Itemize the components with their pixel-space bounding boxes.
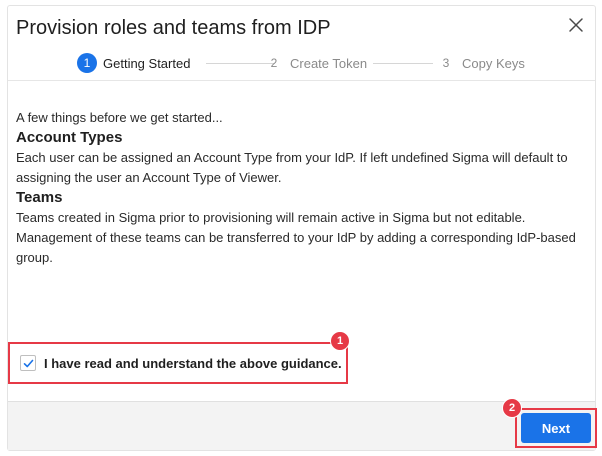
step-label: Create Token [290, 55, 368, 71]
acknowledge-checkbox[interactable] [20, 355, 36, 371]
next-button[interactable]: Next [521, 413, 591, 443]
check-icon [23, 359, 33, 367]
header-divider [8, 80, 595, 81]
dialog-content: A few things before we get started... Ac… [16, 108, 576, 268]
step-number: 3 [442, 56, 450, 70]
step-copy-keys[interactable]: 3 Copy Keys [436, 52, 525, 74]
close-icon[interactable] [567, 16, 585, 34]
annotation-badge-2: 2 [502, 398, 522, 418]
account-types-heading: Account Types [16, 129, 123, 146]
provision-dialog: Provision roles and teams from IDP 1 Get… [7, 5, 596, 451]
teams-body: Teams created in Sigma prior to provisio… [16, 210, 576, 265]
step-connector [373, 63, 433, 64]
step-label: Getting Started [103, 55, 191, 71]
step-create-token[interactable]: 2 Create Token [264, 52, 367, 74]
annotation-badge-1: 1 [330, 331, 350, 351]
account-types-body: Each user can be assigned an Account Typ… [16, 150, 568, 185]
step-label: Copy Keys [462, 55, 525, 71]
teams-heading: Teams [16, 189, 63, 206]
acknowledge-highlight: I have read and understand the above gui… [8, 342, 348, 384]
next-highlight: Next [515, 408, 597, 448]
step-getting-started[interactable]: 1 Getting Started [77, 52, 190, 74]
intro-text: A few things before we get started... [16, 110, 223, 125]
dialog-title: Provision roles and teams from IDP [16, 17, 331, 39]
stepper: 1 Getting Started 2 Create Token 3 Copy … [8, 52, 595, 74]
step-number: 1 [77, 53, 97, 73]
step-number: 2 [270, 56, 278, 70]
acknowledge-label[interactable]: I have read and understand the above gui… [44, 356, 342, 371]
